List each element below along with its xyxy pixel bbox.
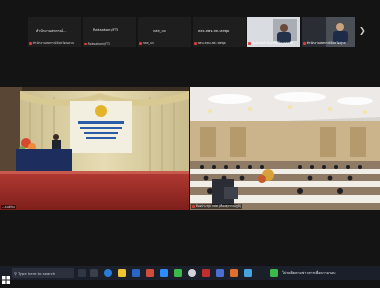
app-icon[interactable] xyxy=(244,269,252,277)
participant-sub-name: สำนักงานสหกรณ์จังหวัดสุรส xyxy=(306,41,346,45)
notification-app-icon[interactable] xyxy=(270,269,278,277)
pane-label: ห้องประชุม กสส (ห้องสุวรรณภูมิ) xyxy=(191,204,243,209)
taskbar-search-box[interactable]: ⚲ Type here to search xyxy=(12,268,74,278)
participant-label: กสส_บจ xyxy=(139,41,154,46)
app-icon[interactable] xyxy=(216,269,224,277)
taskbar-status-text: โปรดติดตามข่าวสารเพื่อความรอบ xyxy=(282,271,336,275)
participant-label: สำนักงานสหกรณ์จังหวัดนครน xyxy=(29,41,74,46)
participant-name: กสส_บจ xyxy=(153,29,166,33)
participant-label: Raksakorn/FTI xyxy=(84,42,110,46)
mic-muted-icon xyxy=(194,42,197,45)
participant-label: สำนักงานสหกรณ์จังหวัดสุรส xyxy=(303,41,346,46)
main-video-pane[interactable]: ...sukhu xyxy=(0,87,189,210)
participant-video-tile[interactable]: ศูนย์เขตสำนักงานบริการสารส xyxy=(247,17,300,47)
participant-name: สำนักงานสหกรณ์... xyxy=(36,29,67,33)
participant-sub-name: กสส_บจ xyxy=(142,41,154,45)
zoom-icon[interactable] xyxy=(160,269,168,277)
file-explorer-icon[interactable] xyxy=(118,269,126,277)
mic-muted-icon xyxy=(248,42,251,45)
participant-tile[interactable]: สสจ.สพจ.สส.:สสพุด สสบ.ลพบ.สส.:สสพุต xyxy=(193,17,246,47)
participant-name: สสจ.สพจ.สส.:สสพุด xyxy=(198,29,230,33)
search-icon: ⚲ xyxy=(14,270,17,276)
app-icon[interactable] xyxy=(230,269,238,277)
next-page-arrow-icon[interactable]: ❯ xyxy=(359,26,366,35)
participant-name: Raksakorn/FTI xyxy=(93,28,119,32)
participant-sub-name: Raksakorn/FTI xyxy=(87,42,110,46)
mic-muted-icon xyxy=(139,42,142,45)
pane-label-text: ...sukhu xyxy=(2,205,15,209)
store-icon[interactable] xyxy=(132,269,140,277)
taskbar: ⚲ Type here to search โปรดติดตามข่าวสารเ… xyxy=(0,266,380,284)
participant-tile[interactable]: Raksakorn/FTI Raksakorn/FTI xyxy=(83,17,136,47)
pane-label-text: ห้องประชุม กสส (ห้องสุวรรณภูมิ) xyxy=(195,204,242,208)
mic-muted-icon xyxy=(303,42,306,45)
participant-tile[interactable]: กสส_บจ กสส_บจ xyxy=(138,17,191,47)
participant-label: ศูนย์เขตสำนักงานบริการสารส xyxy=(248,41,293,46)
participant-tile[interactable]: สำนักงานสหกรณ์... สำนักงานสหกรณ์จังหวัดน… xyxy=(28,17,81,47)
task-view-icon[interactable] xyxy=(78,269,86,277)
app-icon[interactable] xyxy=(202,269,210,277)
app-icon[interactable] xyxy=(146,269,154,277)
stage-video xyxy=(0,87,189,210)
search-placeholder: Type here to search xyxy=(17,270,56,276)
mic-muted-icon xyxy=(84,42,87,46)
windows-start-icon[interactable] xyxy=(2,269,10,284)
participant-sub-name: ศูนย์เขตสำนักงานบริการสารส xyxy=(251,41,293,45)
hall-video xyxy=(190,87,380,210)
participant-video-tile[interactable]: สำนักงานสหกรณ์จังหวัดสุรส xyxy=(302,17,355,47)
line-icon[interactable] xyxy=(174,269,182,277)
app-icon[interactable] xyxy=(90,269,98,277)
participant-sub-name: สำนักงานสหกรณ์จังหวัดนครน xyxy=(32,41,75,45)
chrome-icon[interactable] xyxy=(188,269,196,277)
participant-label: สสบ.ลพบ.สส.:สสพุต xyxy=(194,41,226,46)
main-video-pane[interactable]: ห้องประชุม กสส (ห้องสุวรรณภูมิ) xyxy=(190,87,380,210)
edge-icon[interactable] xyxy=(104,269,112,277)
participant-sub-name: สสบ.ลพบ.สส.:สสพุต xyxy=(197,41,226,45)
mic-muted-icon xyxy=(192,205,195,208)
mic-muted-icon xyxy=(29,42,32,45)
pane-label: ...sukhu xyxy=(1,205,16,209)
